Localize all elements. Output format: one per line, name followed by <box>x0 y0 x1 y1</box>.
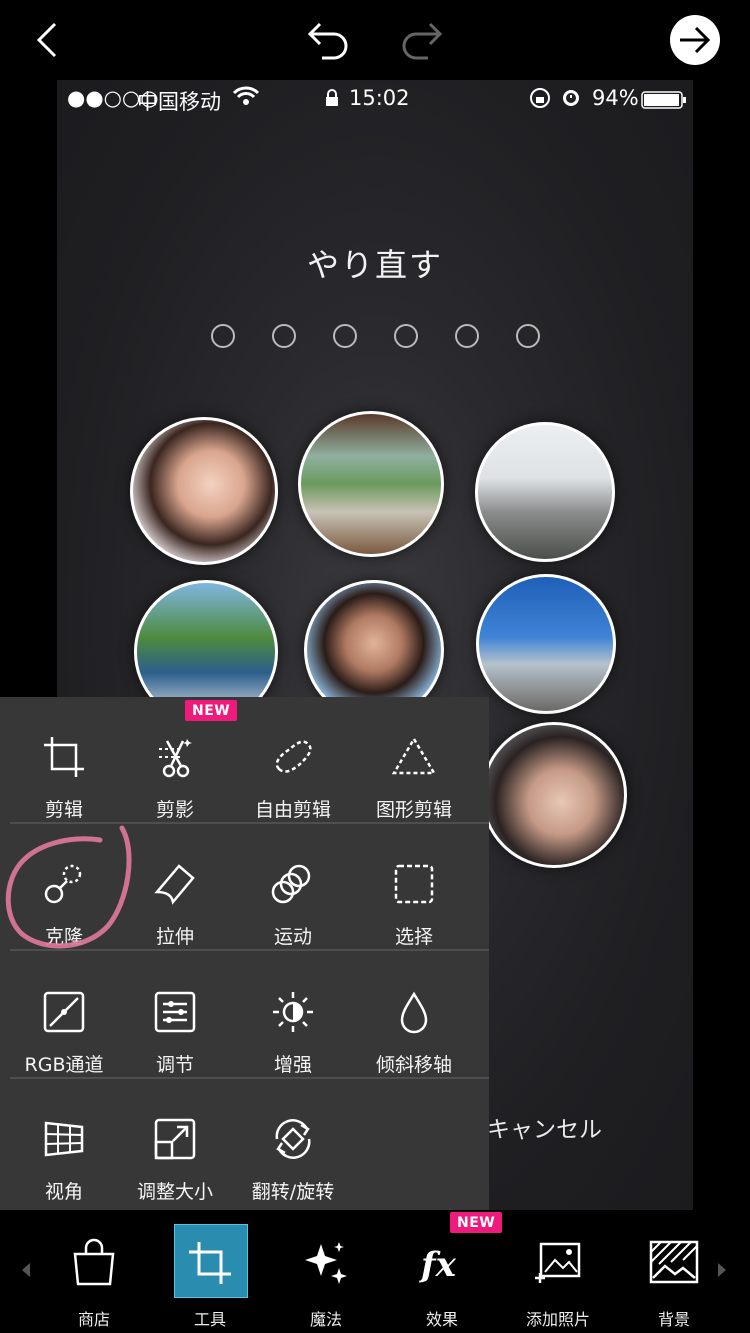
perspective-icon <box>44 1121 84 1157</box>
alarm-icon <box>560 86 582 113</box>
photo-circle[interactable] <box>130 417 278 565</box>
battery-percent: 94% <box>592 86 639 110</box>
crop-icon <box>44 737 84 777</box>
nav-effects[interactable]: fx 效果 <box>392 1210 492 1333</box>
nav-tools[interactable]: 工具 <box>160 1210 260 1333</box>
new-badge: NEW <box>185 700 238 721</box>
tool-rgb-curves[interactable]: RGB通道 <box>4 990 124 1100</box>
pin-dot <box>272 324 296 348</box>
svg-text:fx: fx <box>419 1245 457 1285</box>
nav-label: 魔法 <box>309 1310 342 1329</box>
annotation-circle <box>5 825 132 949</box>
carrier: 中国移动 <box>137 90 221 114</box>
nav-background[interactable]: 背景 <box>624 1210 724 1333</box>
free-crop-icon <box>275 740 312 773</box>
top-toolbar <box>0 0 750 80</box>
retry-title: やり直す <box>306 246 443 284</box>
tool-label: 图形剪辑 <box>375 799 452 821</box>
tool-enhance[interactable]: 增强 <box>233 990 353 1100</box>
chevron-left-icon <box>36 22 57 58</box>
nav-label: 效果 <box>425 1310 458 1329</box>
tool-adjust[interactable]: 调节 <box>115 990 235 1100</box>
tool-label: 自由剪辑 <box>254 799 331 821</box>
nav-add-photo[interactable]: 添加照片 <box>508 1210 608 1333</box>
undo-button[interactable] <box>300 12 356 68</box>
pin-dot <box>394 324 418 348</box>
selection-icon <box>394 864 434 904</box>
nav-label: 背景 <box>657 1310 690 1329</box>
bottom-nav: NEW 商店 工具 魔法 fx 效果 添加照片 背景 <box>0 1210 750 1333</box>
tool-label: 运动 <box>273 926 312 948</box>
photo-circle[interactable] <box>476 574 616 714</box>
tool-label: 增强 <box>273 1054 312 1076</box>
background-icon <box>649 1240 699 1284</box>
tool-tilt-shift[interactable]: 倾斜移轴 <box>354 990 474 1100</box>
tool-selection[interactable]: 选择 <box>354 862 474 972</box>
tool-shape-crop[interactable]: 图形剪辑 <box>354 735 474 845</box>
fx-icon: fx <box>419 1245 457 1285</box>
pin-dot <box>455 324 479 348</box>
adjust-icon <box>154 991 196 1033</box>
pin-dot <box>333 324 357 348</box>
photo-circle[interactable] <box>475 422 615 562</box>
stretch-icon <box>154 864 195 905</box>
shape-crop-icon <box>392 736 436 775</box>
tool-motion[interactable]: 运动 <box>233 862 353 972</box>
tool-label: 翻转/旋转 <box>251 1181 335 1203</box>
photo-circle[interactable] <box>481 722 627 868</box>
flip-rotate-icon <box>275 1119 311 1159</box>
resize-icon <box>154 1118 196 1160</box>
motion-icon <box>271 864 311 904</box>
tool-label: 倾斜移轴 <box>375 1054 452 1076</box>
panel-divider <box>10 1077 489 1079</box>
redo-button[interactable] <box>394 12 450 68</box>
tool-label: 选择 <box>394 926 433 948</box>
shop-bag-icon <box>73 1238 115 1286</box>
tools-panel: NEW 剪辑 剪影 自由剪辑 图形剪辑 克隆 拉伸 运动 选择 RGB通道 调节… <box>0 697 489 1210</box>
clock-time: 15:02 <box>349 86 410 110</box>
tilt-shift-icon <box>400 991 428 1034</box>
enhance-icon <box>273 992 313 1032</box>
rotation-lock-icon <box>529 87 551 114</box>
undo-icon <box>307 22 348 60</box>
magic-sparkle-icon <box>305 1242 347 1284</box>
nav-label: 工具 <box>193 1310 226 1329</box>
lock-icon <box>325 88 339 112</box>
pin-dot <box>211 324 235 348</box>
scroll-left-arrow[interactable] <box>20 1262 32 1282</box>
status-bar: ●●○○○ 中国移动 15:02 94% <box>57 80 693 118</box>
photo-circle[interactable] <box>298 411 444 557</box>
battery-icon <box>641 90 687 114</box>
back-button[interactable] <box>18 12 74 68</box>
add-photo-icon <box>535 1242 581 1283</box>
redo-icon <box>402 22 443 60</box>
pin-dot <box>516 324 540 348</box>
nav-label: 商店 <box>77 1310 110 1329</box>
panel-divider <box>10 949 489 951</box>
curves-icon <box>43 991 85 1033</box>
tool-free-crop[interactable]: 自由剪辑 <box>233 735 353 845</box>
wifi-icon <box>232 86 260 111</box>
next-button[interactable] <box>670 15 720 65</box>
caret-left-icon <box>22 1263 30 1277</box>
cancel-link[interactable]: キャンセル <box>487 1110 602 1144</box>
cutout-scissors-icon <box>159 739 192 778</box>
nav-shop[interactable]: 商店 <box>44 1210 144 1333</box>
tools-crop-icon <box>189 1242 231 1284</box>
nav-label: 添加照片 <box>525 1310 590 1329</box>
nav-magic[interactable]: 魔法 <box>276 1210 376 1333</box>
arrow-right-icon <box>680 26 711 54</box>
